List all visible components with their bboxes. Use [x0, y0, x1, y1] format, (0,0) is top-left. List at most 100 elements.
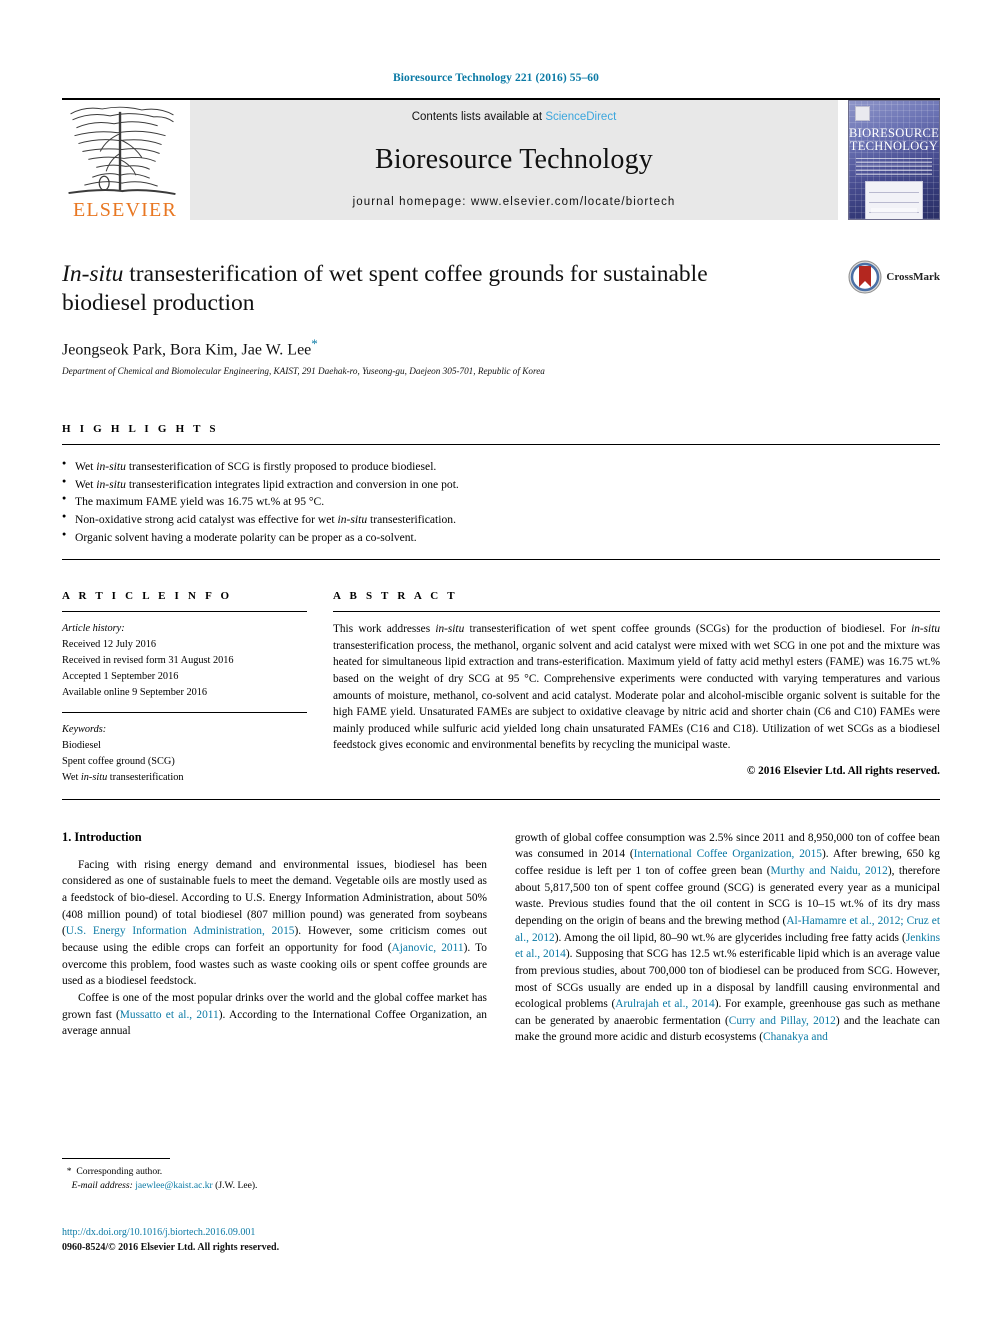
abstract-bottom-rule — [62, 798, 940, 800]
journal-title: Bioresource Technology — [375, 143, 653, 175]
cover-rule — [856, 158, 932, 159]
footnote-rule — [62, 1158, 170, 1159]
author-list: Jeongseok Park, Bora Kim, Jae W. Lee* — [62, 336, 940, 359]
article-info-heading: A R T I C L E I N F O — [62, 590, 233, 603]
highlight-text-post: transesterification integrates lipid ext… — [125, 477, 459, 491]
email-suffix: (J.W. Lee). — [212, 1180, 258, 1192]
citation-link[interactable]: Chanakya and — [763, 1031, 828, 1043]
elsevier-wordmark: ELSEVIER — [72, 199, 178, 221]
citation-link[interactable]: Mussatto et al., 2011 — [120, 1009, 219, 1021]
email-label: E-mail address: — [71, 1180, 133, 1192]
keyword-item: Biodiesel — [62, 738, 307, 754]
citation-link[interactable]: U.S. Energy Information Administration, … — [66, 925, 295, 937]
keywords-block: Keywords: Biodiesel Spent coffee ground … — [62, 711, 307, 786]
doi-block: http://dx.doi.org/10.1016/j.biortech.201… — [62, 1225, 279, 1255]
history-item: Received 12 July 2016 — [62, 639, 157, 651]
highlight-text-italic: in-situ — [96, 460, 126, 474]
cover-title-line-1: BIORESOURCE — [849, 126, 940, 140]
email-link[interactable]: jaewlee@kaist.ac.kr — [135, 1180, 213, 1191]
affiliation: Department of Chemical and Biomolecular … — [62, 366, 545, 377]
corresponding-author-marker: * — [311, 335, 318, 351]
sciencedirect-link[interactable]: ScienceDirect — [545, 111, 616, 123]
citation-link[interactable]: Murthy and Naidu, 2012 — [771, 865, 888, 877]
elsevier-logo: ELSEVIER — [62, 100, 188, 220]
citation-link[interactable]: Arulrajah et al., 2014 — [615, 998, 714, 1010]
title-italic-part: In-situ — [62, 261, 124, 287]
abstract-text: This work addresses in-situ transesterif… — [333, 612, 940, 779]
contents-available-line: Contents lists available at ScienceDirec… — [412, 111, 617, 123]
article-history-label: Article history: — [62, 623, 125, 635]
info-abstract-section: A R T I C L E I N F O Article history: R… — [62, 590, 940, 786]
citation-link[interactable]: Ajanovic, 2011 — [392, 942, 464, 954]
paragraph: Coffee is one of the most popular drinks… — [62, 990, 487, 1040]
paragraph: Facing with rising energy demand and env… — [62, 857, 487, 990]
cover-footer-bar — [871, 208, 917, 213]
list-item: Organic solvent having a moderate polari… — [62, 528, 940, 547]
abstract-italic-2: in-situ — [911, 623, 940, 636]
list-item: Non-oxidative strong acid catalyst was e… — [62, 510, 940, 529]
history-item: Received in revised form 31 August 2016 — [62, 655, 234, 667]
highlight-text-pre: Non-oxidative strong acid catalyst was e… — [75, 512, 338, 526]
article-info-column: A R T I C L E I N F O Article history: R… — [62, 590, 307, 786]
keywords-label: Keywords: — [62, 723, 107, 735]
history-item: Available online 9 September 2016 — [62, 686, 208, 698]
citation-link[interactable]: International Coffee Organization, 2015 — [634, 848, 822, 860]
copyright-line: © 2016 Elsevier Ltd. All rights reserved… — [746, 764, 940, 777]
abstract-part-2: transesterification of wet spent coffee … — [464, 623, 912, 636]
corresponding-author-text: Corresponding author. — [76, 1166, 163, 1177]
article-body: 1. Introduction Facing with rising energ… — [62, 830, 940, 1046]
highlight-text-pre: The maximum FAME yield was 16.75 wt.% at… — [75, 495, 325, 509]
cover-title: BIORESOURCE TECHNOLOGY — [849, 127, 939, 153]
journal-homepage-link[interactable]: journal homepage: www.elsevier.com/locat… — [353, 196, 676, 208]
keyword-item: Wet in-situ transesterification — [62, 770, 307, 786]
list-item: Wet in-situ transesterification of SCG i… — [62, 457, 940, 476]
masthead-center: Contents lists available at ScienceDirec… — [190, 100, 838, 220]
body-column-right: growth of global coffee consumption was … — [515, 830, 940, 1046]
highlight-text-pre: Organic solvent having a moderate polari… — [75, 530, 417, 544]
journal-article-page: Bioresource Technology 221 (2016) 55–60 — [0, 0, 992, 1323]
footnote-block: * Corresponding author. E-mail address: … — [62, 1158, 472, 1194]
page-title: In-situ transesterification of wet spent… — [62, 260, 792, 318]
keyword-pre: Spent coffee ground (SCG) — [62, 755, 175, 767]
citation-link[interactable]: Curry and Pillay, 2012 — [729, 1015, 836, 1027]
author-names: Jeongseok Park, Bora Kim, Jae W. Lee — [62, 341, 312, 359]
keyword-pre: Wet — [62, 771, 81, 783]
keyword-item: Spent coffee ground (SCG) — [62, 754, 307, 770]
history-item: Accepted 1 September 2016 — [62, 671, 179, 683]
cover-title-line-2: TECHNOLOGY — [849, 138, 939, 153]
keyword-pre: Biodiesel — [62, 739, 101, 751]
corresponding-author-note: * Corresponding author. — [62, 1165, 472, 1179]
abstract-part-3: transesterification process, the methano… — [333, 639, 940, 752]
cover-figure — [865, 181, 923, 219]
cover-subtitle-lines — [856, 161, 932, 175]
highlights-section: H I G H L I G H T S Wet in-situ transest… — [62, 423, 940, 561]
highlights-heading: H I G H L I G H T S — [62, 423, 219, 436]
contents-prefix: Contents lists available at — [411, 111, 546, 123]
highlights-list: Wet in-situ transesterification of SCG i… — [62, 445, 940, 559]
running-head: Bioresource Technology 221 (2016) 55–60 — [392, 72, 599, 84]
journal-masthead: ELSEVIER Contents lists available at Sci… — [62, 98, 940, 220]
journal-cover-thumbnail: BIORESOURCE TECHNOLOGY — [848, 100, 940, 220]
abstract-part-1: This work addresses — [333, 623, 436, 636]
list-item: The maximum FAME yield was 16.75 wt.% at… — [62, 492, 940, 511]
abstract-italic-1: in-situ — [435, 623, 465, 636]
corresponding-author-asterisk: * — [66, 1166, 72, 1177]
doi-link[interactable]: http://dx.doi.org/10.1016/j.biortech.201… — [62, 1225, 279, 1240]
title-block: In-situ transesterification of wet spent… — [62, 260, 940, 376]
highlight-text-pre: Wet — [75, 477, 97, 491]
crossmark-icon — [848, 260, 882, 294]
body-column-left: 1. Introduction Facing with rising energ… — [62, 830, 487, 1046]
section-heading-introduction: 1. Introduction — [62, 829, 142, 844]
abstract-heading: A B S T R A C T — [333, 590, 458, 603]
article-history-block: Article history: Received 12 July 2016 R… — [62, 612, 307, 701]
keyword-italic: in-situ — [80, 771, 108, 783]
elsevier-tree-icon — [68, 106, 176, 196]
email-note: E-mail address: jaewlee@kaist.ac.kr (J.W… — [62, 1179, 472, 1193]
keyword-post: transesterification — [107, 771, 184, 783]
highlight-text-post: transesterification. — [367, 512, 456, 526]
highlights-bottom-rule — [62, 559, 940, 561]
paragraph: growth of global coffee consumption was … — [515, 830, 940, 1046]
highlight-text-italic: in-situ — [337, 512, 368, 526]
crossmark-badge[interactable]: CrossMark — [848, 260, 940, 294]
paragraph-text: ). Among the oil lipid, 80–90 wt.% are g… — [554, 931, 906, 944]
